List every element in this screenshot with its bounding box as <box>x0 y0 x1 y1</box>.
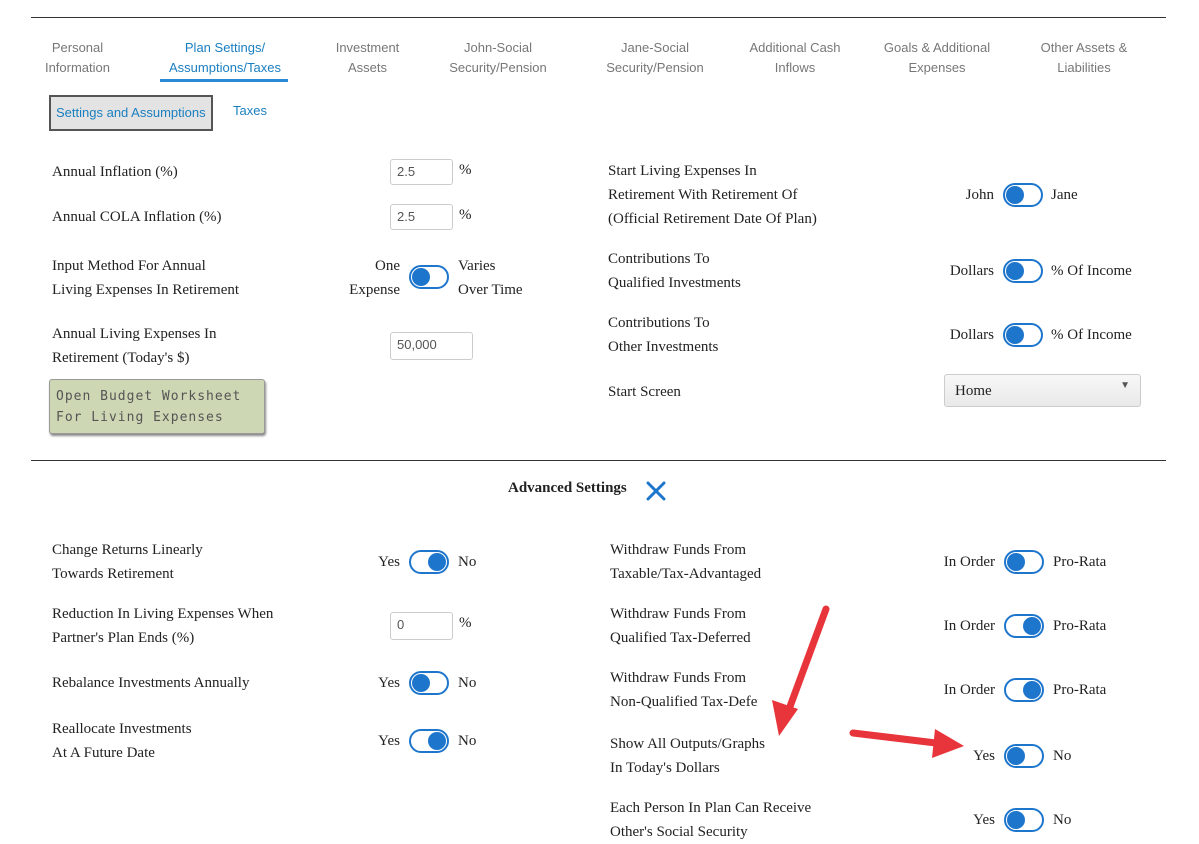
arrow-icon-down <box>772 605 830 736</box>
annotation-arrows <box>772 605 964 758</box>
arrow-icon-right <box>849 729 964 758</box>
